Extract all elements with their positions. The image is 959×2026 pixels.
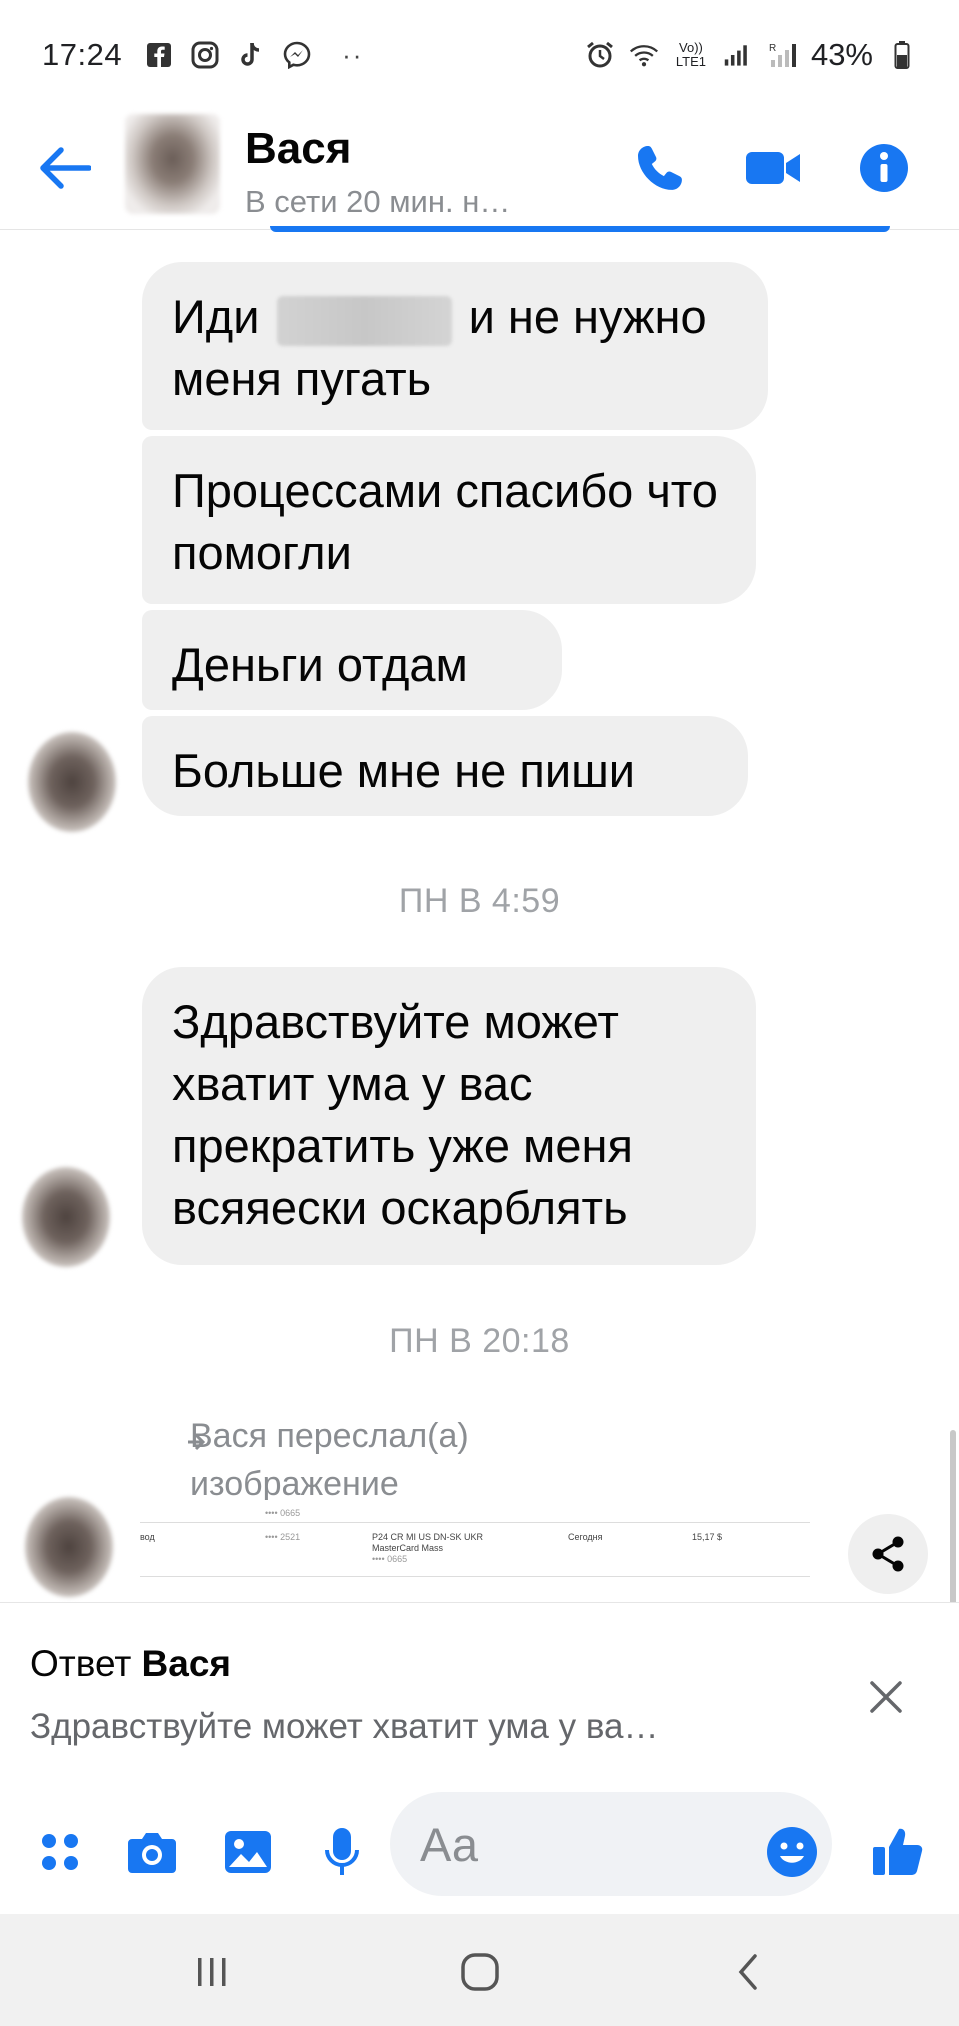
- image-text: •••• 2521: [265, 1532, 301, 1542]
- image-text: 15,17 $: [692, 1532, 723, 1542]
- sender-avatar[interactable]: [28, 732, 116, 832]
- timestamp: ПН В 4:59: [398, 882, 561, 920]
- svg-text:R: R: [769, 43, 776, 54]
- redacted-word: [276, 295, 452, 346]
- signal-icon: [723, 40, 753, 70]
- phone-icon: [638, 146, 682, 190]
- network-label: Vo)) LTE1: [675, 40, 706, 69]
- signal-roaming-icon: R: [767, 40, 797, 70]
- status-bar: 17:24 ·· Vo)) LTE1 R 43%: [0, 0, 959, 110]
- facebook-icon: [144, 40, 174, 70]
- messenger-icon: [282, 40, 312, 70]
- contact-name[interactable]: Вася: [245, 124, 351, 174]
- voice-call-button[interactable]: [628, 136, 692, 200]
- image-icon: [225, 1831, 271, 1873]
- messenger-screen: 17:24 ·· Vo)) LTE1 R 43% Вася В сети 20 …: [0, 0, 959, 2026]
- battery-percent: 43%: [810, 37, 873, 72]
- status-time: 17:24: [42, 37, 123, 72]
- system-icons: Vo)) LTE1 R 43%: [585, 37, 917, 73]
- chevron-left-icon: [738, 1954, 757, 1990]
- message-bubble[interactable]: Больше мне не пиши: [142, 716, 748, 816]
- gallery-button[interactable]: [220, 1824, 276, 1880]
- share-icon: [872, 1536, 904, 1572]
- message-text: Деньги отдам: [172, 638, 468, 691]
- system-navigation-bar: [0, 1914, 959, 2026]
- four-dots-icon: [42, 1834, 78, 1870]
- instagram-icon: [190, 40, 220, 70]
- image-text: Сегодня: [568, 1532, 603, 1542]
- microphone-icon: [325, 1828, 359, 1875]
- close-icon: [870, 1681, 902, 1713]
- message-bubble[interactable]: Здравствуйте может хватит ума у вас прек…: [142, 967, 756, 1265]
- conversation-header: Вася В сети 20 мин. н…: [0, 110, 959, 230]
- video-camera-icon: [746, 152, 800, 184]
- message-bubble[interactable]: Деньги отдам: [142, 610, 562, 710]
- camera-button[interactable]: [124, 1824, 180, 1880]
- thumbs-up-icon: [873, 1828, 923, 1875]
- contact-avatar[interactable]: [125, 114, 220, 214]
- message-text: Здравствуйте может хватит ума у вас прек…: [172, 995, 633, 1234]
- battery-icon: [887, 40, 917, 70]
- info-button[interactable]: [852, 136, 916, 200]
- more-notifications: ··: [342, 39, 364, 70]
- sender-avatar[interactable]: [22, 1167, 110, 1267]
- share-button[interactable]: [848, 1514, 928, 1594]
- smiley-icon: [767, 1827, 817, 1877]
- reply-panel: Ответ Вася Здравствуйте может хватит ума…: [0, 1602, 959, 1772]
- image-text: •••• 0665: [372, 1554, 408, 1564]
- info-icon: [860, 144, 908, 192]
- system-back-button[interactable]: [718, 1942, 778, 2002]
- composer: [0, 1772, 959, 1914]
- more-actions-button[interactable]: [32, 1824, 88, 1880]
- wifi-icon: [629, 40, 659, 70]
- message-text-start: Иди: [172, 290, 260, 343]
- recent-apps-button[interactable]: [182, 1942, 242, 2002]
- message-bubble[interactable]: Иди и не нужно меня пугать: [142, 262, 768, 430]
- voice-message-button[interactable]: [314, 1824, 370, 1880]
- recent-apps-icon: [198, 1958, 226, 1986]
- back-button[interactable]: [34, 138, 94, 198]
- forwarded-image[interactable]: •••• 0665 вод •••• 2521 P24 CR MI US DN-…: [140, 1500, 810, 1600]
- forwarded-note: Вася переслал(а) изображение: [190, 1412, 469, 1508]
- sender-avatar[interactable]: [25, 1497, 113, 1597]
- message-bubble[interactable]: Процессами спасибо что помогли: [142, 436, 756, 604]
- reply-prefix: Ответ: [30, 1643, 132, 1684]
- reply-recipient: Вася: [141, 1643, 232, 1684]
- image-divider: [140, 1522, 810, 1523]
- video-call-button[interactable]: [742, 136, 806, 200]
- camera-icon: [128, 1833, 176, 1873]
- tiktok-icon: [236, 40, 266, 70]
- alarm-icon: [585, 40, 615, 70]
- arrow-left-icon: [40, 147, 91, 189]
- message-list[interactable]: Иди и не нужно меня пугать Процессами сп…: [0, 232, 959, 1602]
- home-icon: [461, 1953, 499, 1991]
- image-text: •••• 0665: [265, 1508, 301, 1518]
- contact-status: В сети 20 мин. н…: [245, 184, 511, 219]
- reply-preview: Здравствуйте может хватит ума у ва…: [30, 1707, 659, 1746]
- emoji-button[interactable]: [762, 1822, 822, 1882]
- image-divider: [140, 1576, 810, 1577]
- timestamp: ПН В 20:18: [389, 1322, 570, 1360]
- image-text: P24 CR MI US DN-SK UKR: [372, 1532, 484, 1542]
- home-button[interactable]: [450, 1942, 510, 2002]
- notification-icons: ··: [144, 40, 363, 71]
- like-button[interactable]: [868, 1820, 930, 1882]
- image-text: MasterCard Mass: [372, 1543, 444, 1553]
- forwarded-line-1: Вася переслал(а): [190, 1417, 469, 1455]
- reply-title: Ответ Вася: [30, 1643, 231, 1685]
- message-text: Процессами спасибо что помогли: [172, 464, 718, 579]
- cancel-reply-button[interactable]: [862, 1673, 910, 1721]
- message-text: Больше мне не пиши: [172, 744, 636, 797]
- image-text: вод: [140, 1532, 155, 1542]
